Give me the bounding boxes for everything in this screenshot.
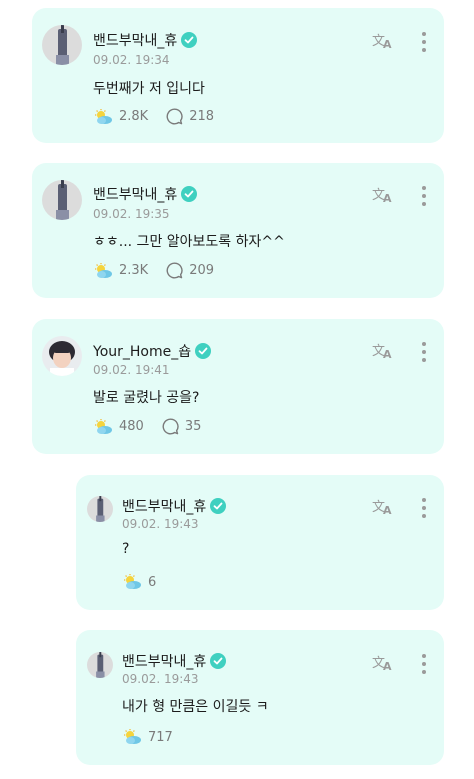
author-avatar[interactable] [87, 652, 113, 678]
author-name[interactable]: Your_Home_숍 [93, 341, 212, 361]
author-name[interactable]: 밴드부막내_휴 [122, 496, 227, 516]
translate-icon[interactable]: 文A [372, 653, 394, 671]
comment-text: ㅎㅎ... 그만 알아보도록 하자^^ [93, 234, 285, 250]
more-options-icon[interactable] [420, 342, 428, 362]
svg-text:A: A [383, 660, 392, 671]
comment-time: 09.02. 19:35 [93, 207, 170, 221]
translate-icon[interactable]: 文A [372, 185, 394, 203]
reply-button[interactable]: 218 [166, 108, 214, 125]
sunny-reaction-icon [124, 574, 141, 589]
author-avatar[interactable] [42, 336, 82, 376]
comment-card: 밴드부막내_휴 09.02. 19:34 두번째가 저 입니다 2.8K 218… [32, 8, 444, 143]
verified-badge-icon [210, 653, 227, 669]
sunny-reaction-icon [95, 418, 112, 434]
comment-card: Your_Home_숍 09.02. 19:41 발로 굴렸나 공을? 480 … [32, 319, 444, 454]
sunny-reaction-icon [95, 262, 112, 278]
more-options-icon[interactable] [420, 654, 428, 674]
author-name[interactable]: 밴드부막내_휴 [93, 184, 198, 204]
like-button[interactable]: 2.3K [93, 262, 148, 279]
translate-icon[interactable]: 文A [372, 31, 394, 49]
like-button[interactable]: 480 [93, 418, 144, 435]
verified-badge-icon [181, 32, 198, 48]
sunny-reaction-icon [124, 729, 141, 744]
author-name[interactable]: 밴드부막내_휴 [93, 30, 198, 50]
comment-stats: 480 35 [93, 418, 201, 435]
svg-text:A: A [383, 504, 392, 515]
speech-bubble-icon [166, 262, 183, 279]
more-options-icon[interactable] [420, 32, 428, 52]
comment-stats: 717 [122, 729, 173, 745]
comment-time: 09.02. 19:43 [122, 517, 199, 531]
speech-bubble-icon [166, 108, 183, 125]
comment-time: 09.02. 19:34 [93, 53, 170, 67]
verified-badge-icon [181, 186, 198, 202]
author-avatar[interactable] [87, 496, 113, 522]
like-button[interactable]: 6 [122, 574, 156, 590]
comment-stats: 2.8K 218 [93, 108, 214, 125]
reply-button[interactable]: 209 [166, 262, 214, 279]
comment-text: 발로 굴렸나 공을? [93, 390, 200, 406]
comment-text: 내가 형 만큼은 이길듯 ㅋ [122, 699, 269, 715]
speech-bubble-icon [162, 418, 179, 435]
svg-text:A: A [383, 38, 392, 49]
svg-text:A: A [383, 192, 392, 203]
comment-text: ? [122, 541, 130, 557]
svg-text:A: A [383, 348, 392, 359]
verified-badge-icon [210, 498, 227, 514]
translate-icon[interactable]: 文A [372, 497, 394, 515]
reply-card: 밴드부막내_휴 09.02. 19:43 내가 형 만큼은 이길듯 ㅋ 717 … [76, 630, 444, 765]
comment-stats: 6 [122, 574, 156, 590]
author-avatar[interactable] [42, 180, 82, 220]
comment-time: 09.02. 19:41 [93, 363, 170, 377]
verified-badge-icon [195, 343, 212, 359]
comment-stats: 2.3K 209 [93, 262, 214, 279]
reply-button[interactable]: 35 [162, 418, 201, 435]
translate-icon[interactable]: 文A [372, 341, 394, 359]
more-options-icon[interactable] [420, 186, 428, 206]
reply-card: 밴드부막내_휴 09.02. 19:43 ? 6 文A [76, 475, 444, 610]
author-avatar[interactable] [42, 25, 82, 65]
more-options-icon[interactable] [420, 498, 428, 518]
like-button[interactable]: 2.8K [93, 108, 148, 125]
like-button[interactable]: 717 [122, 729, 173, 745]
author-name[interactable]: 밴드부막내_휴 [122, 651, 227, 671]
comment-card: 밴드부막내_휴 09.02. 19:35 ㅎㅎ... 그만 알아보도록 하자^^… [32, 163, 444, 298]
comment-time: 09.02. 19:43 [122, 672, 199, 686]
sunny-reaction-icon [95, 108, 112, 124]
comment-text: 두번째가 저 입니다 [93, 81, 205, 97]
